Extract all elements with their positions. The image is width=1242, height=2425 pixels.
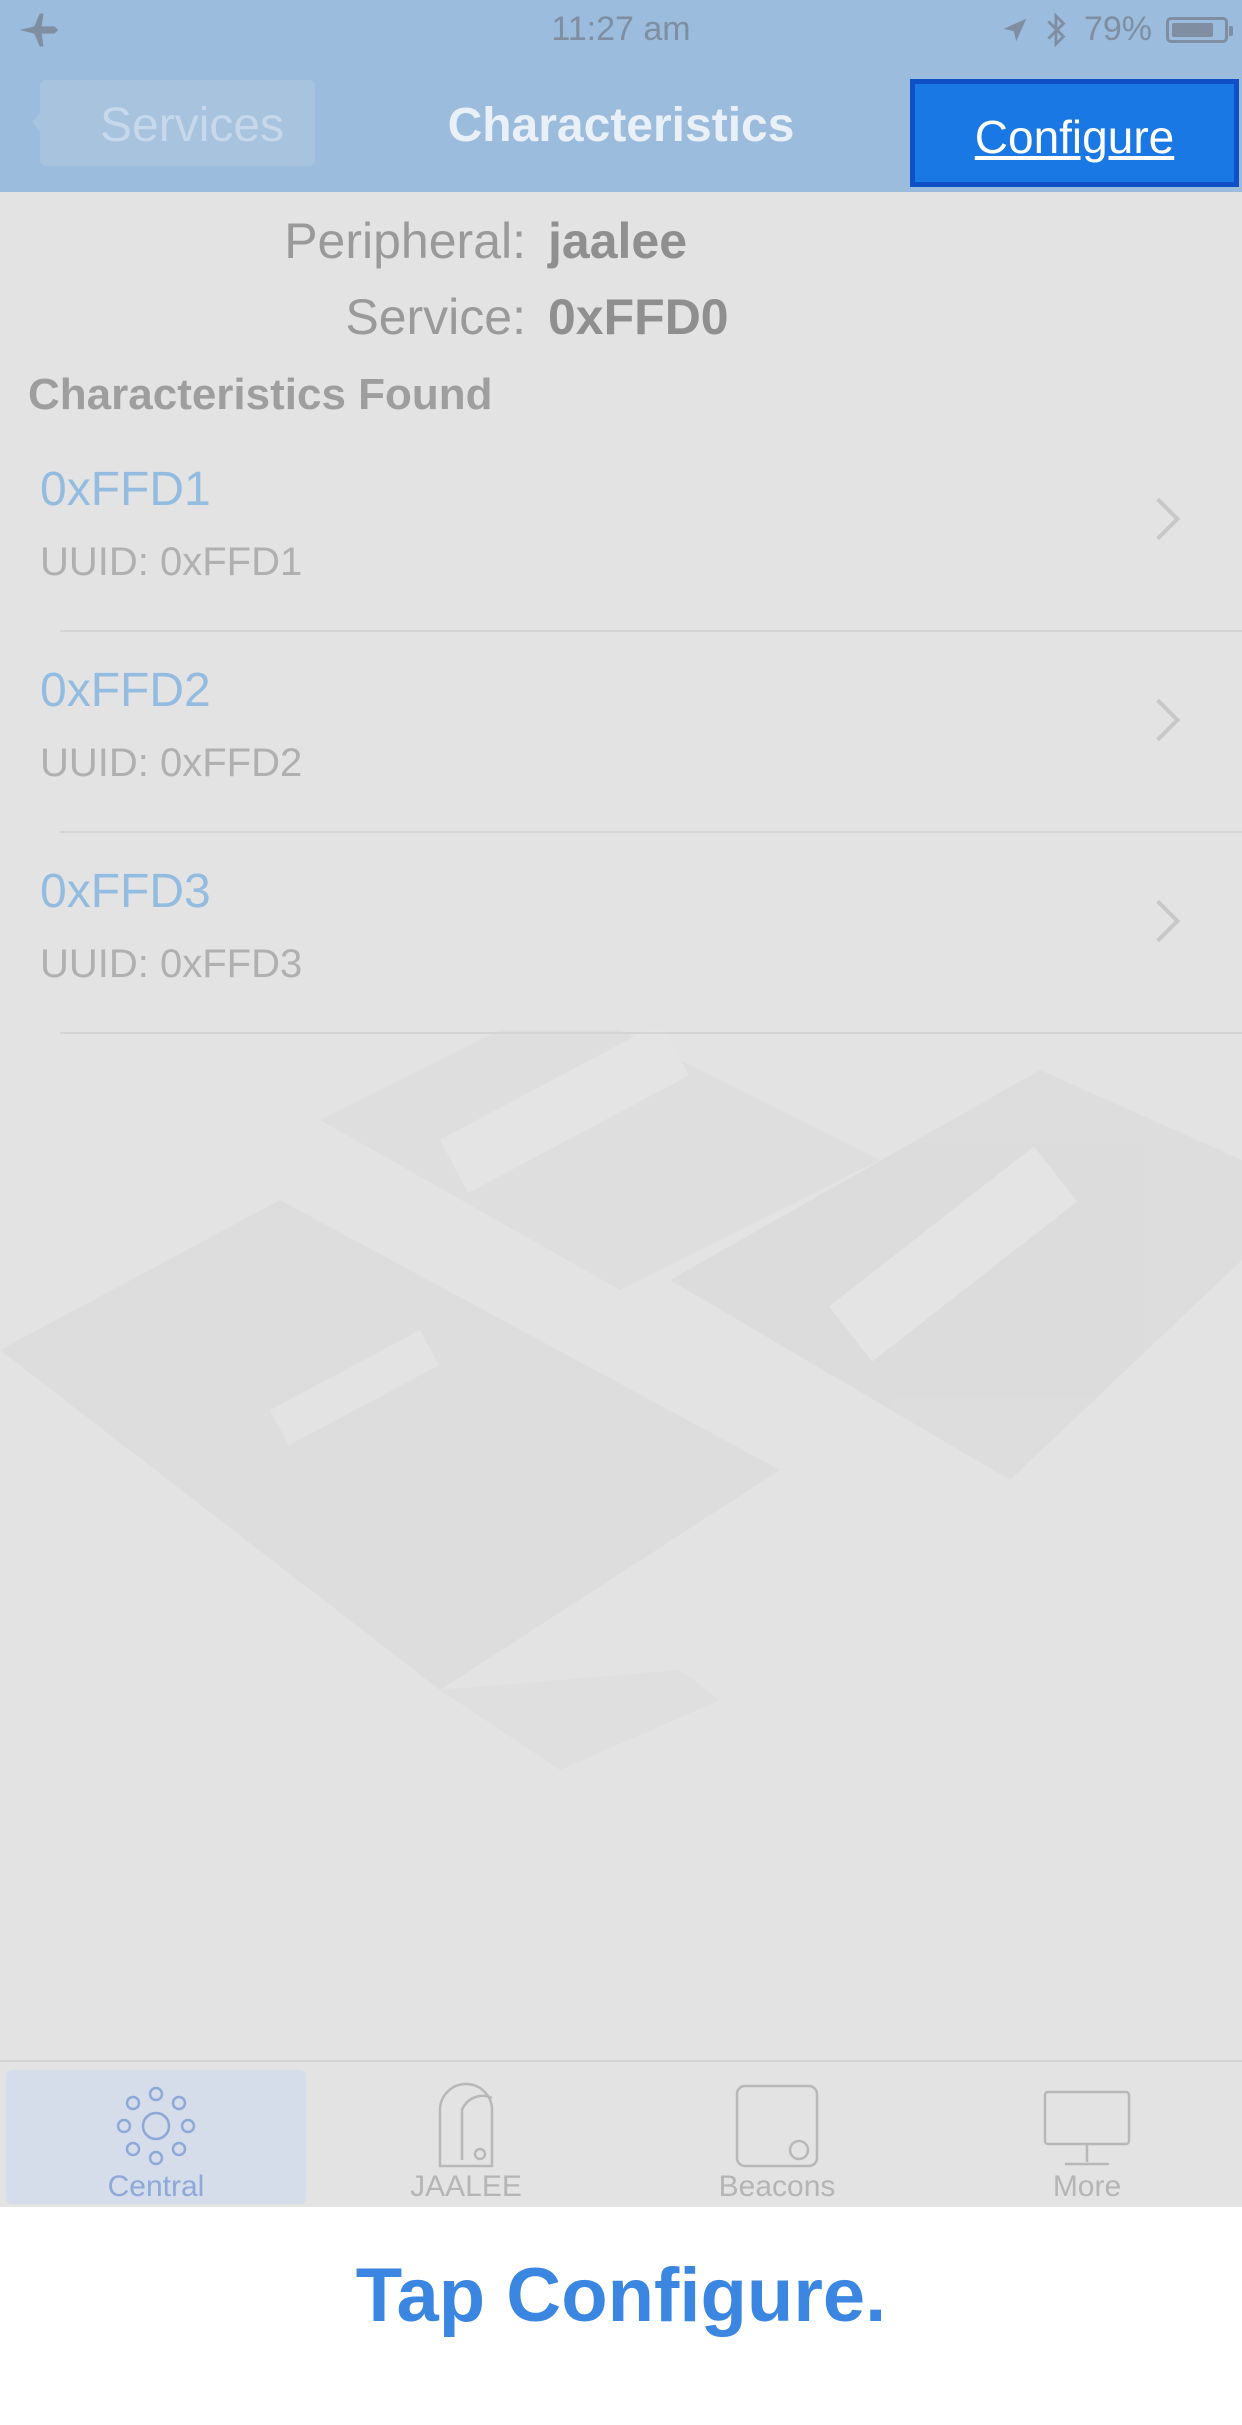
background-artwork bbox=[0, 1030, 1242, 1770]
peripheral-label: Peripheral: bbox=[284, 213, 526, 269]
status-right-group: 79% bbox=[1000, 10, 1233, 49]
service-label: Service: bbox=[345, 289, 526, 345]
bluetooth-icon bbox=[1047, 12, 1066, 47]
characteristic-row[interactable]: 0xFFD1 UUID: 0xFFD1 bbox=[0, 432, 1242, 632]
battery-icon bbox=[1166, 16, 1233, 43]
central-icon bbox=[116, 2086, 196, 2166]
instruction-caption: Tap Configure. bbox=[355, 2253, 887, 2338]
tab-more-label: More bbox=[1052, 2170, 1122, 2203]
app-screen: 11:27 am 79% Services Characteristics Co… bbox=[0, 0, 1242, 2207]
tab-bar: Central JAALEE Beacons More bbox=[0, 2060, 1242, 2207]
characteristic-name: 0xFFD3 bbox=[40, 865, 211, 918]
characteristic-row[interactable]: 0xFFD3 UUID: 0xFFD3 bbox=[0, 834, 1242, 1034]
characteristic-uuid: UUID: 0xFFD3 bbox=[40, 942, 303, 986]
location-arrow-icon bbox=[1003, 18, 1027, 41]
chevron-right-icon bbox=[1137, 698, 1181, 742]
tab-beacons[interactable]: Beacons bbox=[627, 2070, 927, 2204]
characteristic-row[interactable]: 0xFFD2 UUID: 0xFFD2 bbox=[0, 633, 1242, 833]
chevron-right-icon bbox=[1137, 899, 1181, 943]
tab-central[interactable]: Central bbox=[6, 2070, 306, 2204]
beacon-icon bbox=[735, 2084, 819, 2168]
monitor-icon bbox=[1043, 2090, 1131, 2166]
configure-button[interactable]: Configure bbox=[910, 79, 1239, 187]
navigation-bar: Services Characteristics Configure bbox=[0, 62, 1242, 192]
chevron-right-icon bbox=[1137, 497, 1181, 541]
characteristic-name: 0xFFD1 bbox=[40, 463, 211, 516]
status-bar: 11:27 am 79% bbox=[0, 0, 1242, 62]
characteristic-name: 0xFFD2 bbox=[40, 664, 211, 717]
row-divider bbox=[60, 1032, 1242, 1034]
tab-jaalee[interactable]: JAALEE bbox=[316, 2070, 616, 2204]
tab-more[interactable]: More bbox=[937, 2070, 1237, 2204]
configure-button-label: Configure bbox=[974, 111, 1175, 163]
characteristic-uuid: UUID: 0xFFD1 bbox=[40, 540, 303, 584]
battery-percent: 79% bbox=[1083, 10, 1152, 48]
section-heading: Characteristics Found bbox=[28, 370, 493, 419]
jaalee-tag-icon bbox=[438, 2082, 494, 2168]
row-divider bbox=[60, 831, 1242, 833]
row-divider bbox=[60, 630, 1242, 632]
characteristic-uuid: UUID: 0xFFD2 bbox=[40, 741, 303, 785]
service-value: 0xFFD0 bbox=[548, 289, 729, 345]
peripheral-value: jaalee bbox=[548, 213, 688, 269]
tab-central-label: Central bbox=[107, 2170, 205, 2203]
tab-beacons-label: Beacons bbox=[718, 2170, 836, 2203]
tab-jaalee-label: JAALEE bbox=[410, 2170, 522, 2203]
